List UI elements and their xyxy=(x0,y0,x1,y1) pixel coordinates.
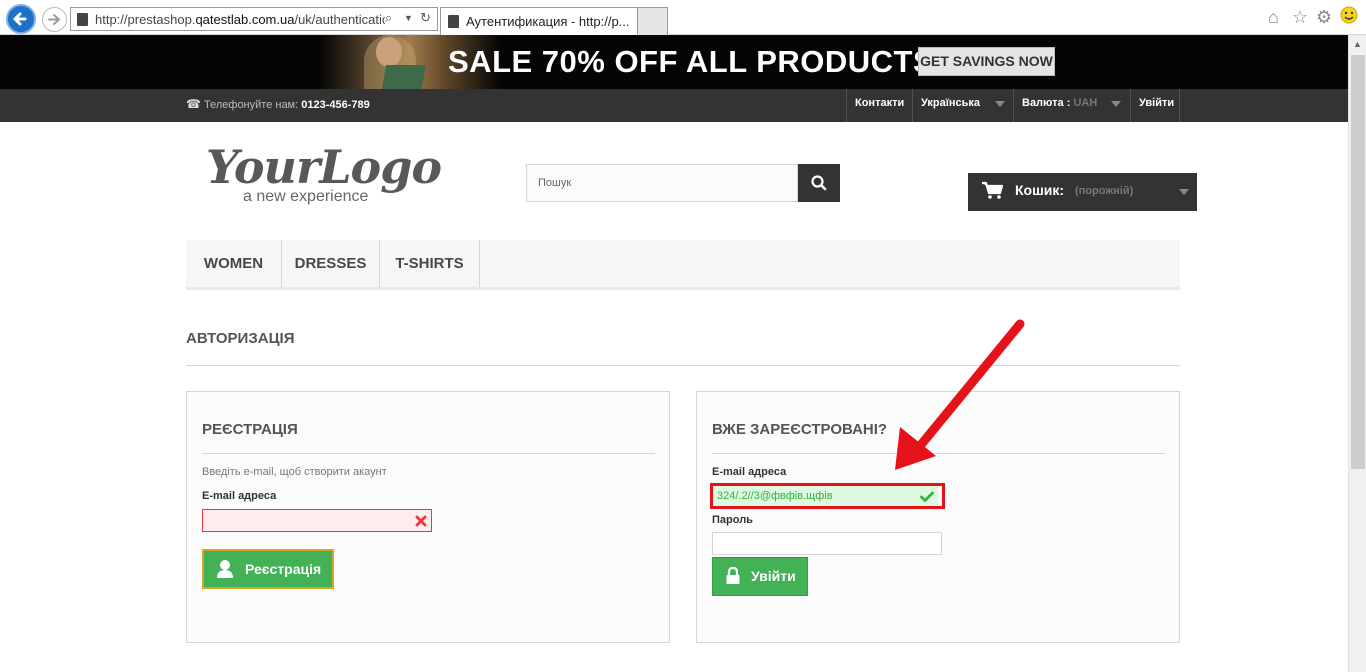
login-button-label: Увійти xyxy=(751,568,796,584)
register-heading: РЕЄСТРАЦІЯ xyxy=(202,421,298,438)
page-title: АВТОРИЗАЦІЯ xyxy=(186,330,295,347)
smiley-svg xyxy=(1340,6,1358,24)
chevron-down-icon xyxy=(995,101,1005,107)
home-icon[interactable]: ⌂ xyxy=(1268,7,1279,28)
annotation-highlight-box xyxy=(710,483,945,509)
login-heading: ВЖЕ ЗАРЕЄСТРОВАНІ? xyxy=(712,421,888,438)
register-button[interactable]: Реєстрація xyxy=(202,549,334,589)
category-menu: WOMEN DRESSES T-SHIRTS xyxy=(186,240,1180,290)
language-selector[interactable]: Українська xyxy=(912,89,1013,122)
forward-button[interactable] xyxy=(42,7,67,32)
cart-state: (порожній) xyxy=(1075,185,1134,197)
shopping-cart-icon xyxy=(982,181,1004,199)
browser-tab[interactable]: Аутентификация - http://p... xyxy=(440,7,638,35)
tab-favicon-icon xyxy=(448,15,459,28)
error-x-icon xyxy=(415,515,427,527)
register-email-field[interactable] xyxy=(202,509,432,532)
search-input[interactable] xyxy=(527,165,787,201)
login-link[interactable]: Увійти xyxy=(1130,89,1180,122)
page-title-divider xyxy=(186,365,1180,366)
site-favicon-icon xyxy=(77,13,88,26)
phone-label: Телефонуйте нам: xyxy=(204,99,299,111)
refresh-icon[interactable]: ↻ xyxy=(420,10,431,26)
phone-info: ☎ Телефонуйте нам: 0123-456-789 xyxy=(186,97,370,111)
get-savings-button[interactable]: GET SAVINGS NOW xyxy=(918,47,1055,76)
top-nav-bar: ☎ Телефонуйте нам: 0123-456-789 Контакти … xyxy=(0,89,1348,122)
tab-title: Аутентификация - http://p... xyxy=(466,14,630,29)
back-button[interactable] xyxy=(6,4,36,34)
currency-value: UAH xyxy=(1073,97,1098,109)
promo-banner[interactable]: SALE 70% OFF ALL PRODUCTS GET SAVINGS NO… xyxy=(0,35,1348,89)
contacts-link[interactable]: Контакти xyxy=(846,89,912,122)
register-panel: РЕЄСТРАЦІЯ Введіть e-mail, щоб створити … xyxy=(186,391,670,643)
cart-button[interactable]: Кошик: (порожній) xyxy=(968,173,1197,211)
register-intro: Введіть e-mail, щоб створити акаунт xyxy=(202,466,387,478)
password-field[interactable] xyxy=(712,532,942,555)
logo-tagline: a new experience xyxy=(243,188,369,205)
login-panel: ВЖЕ ЗАРЕЄСТРОВАНІ? E-mail адреса 324/.2/… xyxy=(696,391,1180,643)
banner-headline: SALE 70% OFF ALL PRODUCTS xyxy=(448,44,935,79)
smiley-feedback-icon[interactable] xyxy=(1340,6,1358,29)
register-button-label: Реєстрація xyxy=(245,561,322,577)
dropdown-arrow-icon[interactable]: ▼ xyxy=(404,13,413,23)
phone-number: 0123-456-789 xyxy=(301,99,370,111)
chevron-down-icon xyxy=(1179,189,1189,195)
search-button[interactable] xyxy=(798,164,840,202)
back-arrow-icon xyxy=(13,12,27,26)
register-divider xyxy=(202,453,655,454)
logo-text: YourLogo xyxy=(206,140,442,194)
menu-item-t-shirts[interactable]: T-SHIRTS xyxy=(380,240,480,287)
search-box xyxy=(526,164,798,202)
scroll-up-icon[interactable]: ▲ xyxy=(1353,39,1362,49)
gear-icon[interactable]: ⚙ xyxy=(1316,7,1332,28)
address-url: http://prestashop.qatestlab.com.ua/uk/au… xyxy=(95,12,385,27)
lock-icon xyxy=(726,567,740,584)
cart-label: Кошик: xyxy=(1015,182,1065,198)
page-scrollbar[interactable]: ▲ xyxy=(1348,35,1366,672)
forward-arrow-icon xyxy=(48,14,60,25)
user-icon xyxy=(217,560,233,578)
password-label: Пароль xyxy=(712,514,753,526)
address-bar[interactable]: http://prestashop.qatestlab.com.ua/uk/au… xyxy=(70,7,438,31)
language-label: Українська xyxy=(921,97,981,109)
scrollbar-thumb[interactable] xyxy=(1351,55,1365,469)
menu-item-women[interactable]: WOMEN xyxy=(186,240,282,287)
browser-chrome: http://prestashop.qatestlab.com.ua/uk/au… xyxy=(0,0,1366,35)
site-logo[interactable]: YourLogo a new experience xyxy=(206,140,451,210)
login-email-label: E-mail адреса xyxy=(712,466,787,478)
currency-selector[interactable]: Валюта : UAH xyxy=(1013,89,1130,122)
search-icon xyxy=(811,175,827,191)
phone-icon: ☎ xyxy=(186,97,201,111)
currency-label: Валюта : xyxy=(1022,97,1071,109)
chevron-down-icon xyxy=(1111,101,1121,107)
new-tab-button[interactable] xyxy=(638,7,668,35)
contacts-label: Контакти xyxy=(855,97,905,109)
banner-model-dress xyxy=(381,65,427,89)
menu-item-dresses[interactable]: DRESSES xyxy=(282,240,380,287)
search-icon[interactable]: ⌕ xyxy=(385,10,392,26)
register-email-label: E-mail адреса xyxy=(202,490,277,502)
favorites-star-icon[interactable]: ☆ xyxy=(1292,7,1308,28)
banner-model-face xyxy=(376,37,402,67)
login-divider xyxy=(712,453,1165,454)
login-button[interactable]: Увійти xyxy=(712,557,808,596)
login-label: Увійти xyxy=(1139,97,1175,109)
